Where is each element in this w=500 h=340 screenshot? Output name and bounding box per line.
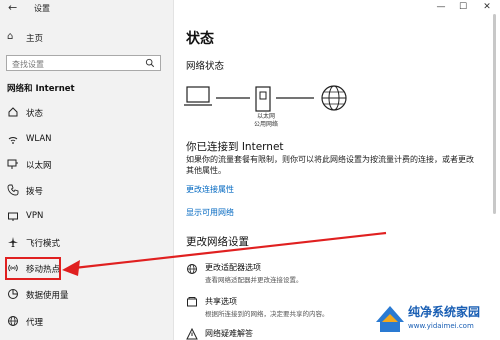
annotation-arrow [62,231,387,276]
watermark-url: www.yidaimei.com [408,322,474,330]
watermark-name: 纯净系统家园 [408,305,481,319]
